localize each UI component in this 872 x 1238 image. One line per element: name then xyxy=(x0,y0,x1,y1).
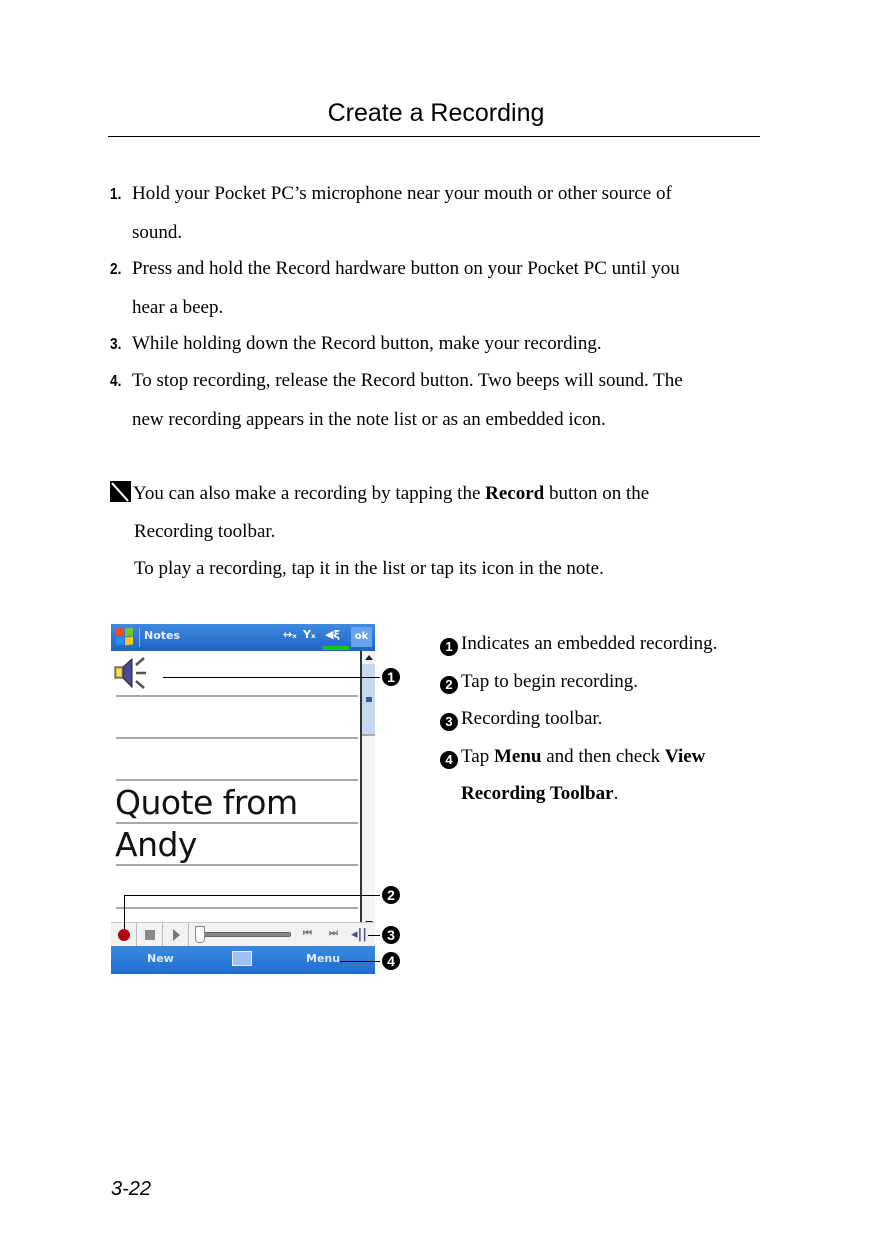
legend-text: Recording toolbar. xyxy=(461,708,603,729)
callout-legend: 1 Indicates an embedded recording. 2 Tap t… xyxy=(440,625,770,813)
callout-badge-4: 4 xyxy=(382,952,400,970)
scrollbar[interactable] xyxy=(360,651,375,930)
legend-bold-view: View xyxy=(664,745,706,767)
note-rule xyxy=(116,907,358,909)
note-rule xyxy=(116,822,358,824)
slider-track xyxy=(201,932,291,937)
note-text-line: Andy xyxy=(115,825,197,864)
step-1: 1. Hold your Pocket PC’s microphone near … xyxy=(110,175,770,251)
note-rule xyxy=(116,695,358,697)
play-button[interactable] xyxy=(163,923,189,946)
slider-knob[interactable] xyxy=(195,926,205,943)
step-4: 4. To stop recording, release the Record … xyxy=(110,362,770,438)
title-bar: Notes ↔ₓ Yₓ ◀ξ ok xyxy=(111,624,375,651)
keyboard-icon[interactable] xyxy=(232,951,252,966)
note-line-2: Recording toolbar. xyxy=(134,520,276,542)
legend-text: . xyxy=(613,783,619,804)
callout-line-1 xyxy=(163,677,380,678)
callout-line-2 xyxy=(124,895,380,896)
note-area[interactable]: Quote from Andy xyxy=(111,651,360,930)
scroll-thumb[interactable] xyxy=(362,664,375,736)
start-icon[interactable] xyxy=(115,627,135,647)
callout-badge-3: 3 xyxy=(382,926,400,944)
legend-item-2: 2 Tap to begin recording. xyxy=(440,663,770,701)
play-icon xyxy=(173,929,180,941)
legend-bold-toolbar: Recording Toolbar xyxy=(461,783,614,804)
position-slider[interactable] xyxy=(193,926,293,943)
volume-icon[interactable]: ◂|| xyxy=(351,927,367,942)
legend-bold-menu: Menu xyxy=(493,745,542,767)
legend-text: and then check xyxy=(541,745,665,767)
volume-icon[interactable]: ◀ξ xyxy=(325,628,340,641)
signal-icon[interactable]: Yₓ xyxy=(303,628,316,641)
legend-badge: 1 xyxy=(440,638,458,656)
note-rule xyxy=(116,779,358,781)
note-bold-record: Record xyxy=(485,483,545,504)
note-rule xyxy=(116,737,358,739)
new-button[interactable]: New xyxy=(147,952,174,965)
page-number: 3-22 xyxy=(111,1178,152,1200)
legend-badge: 3 xyxy=(440,713,458,731)
step-text-cont: sound. xyxy=(132,221,183,243)
step-text-cont: new recording appears in the note list o… xyxy=(132,408,606,430)
step-number: 4. xyxy=(110,373,122,390)
tip-note: You can also make a recording by tapping… xyxy=(110,475,770,588)
volume-level-indicator xyxy=(323,646,349,650)
legend-badge: 4 xyxy=(440,750,458,769)
legend-item-1: 1 Indicates an embedded recording. xyxy=(440,625,770,663)
skip-back-icon[interactable]: ⏮ xyxy=(303,928,312,939)
skip-forward-icon[interactable]: ⏭ xyxy=(329,928,338,939)
page-title: Create a Recording xyxy=(327,99,545,127)
title-separator xyxy=(139,628,140,647)
app-title: Notes xyxy=(144,629,181,642)
legend-text: Indicates an embedded recording. xyxy=(461,633,718,654)
step-text-cont: hear a beep. xyxy=(132,296,224,318)
recording-toolbar: ⏮ ⏭ ◂|| xyxy=(111,922,375,947)
callout-badge-2: 2 xyxy=(382,886,400,904)
note-text: You can also make a recording by tapping… xyxy=(133,483,486,504)
title-rule xyxy=(108,136,760,137)
stop-button[interactable] xyxy=(137,923,163,946)
step-number: 3. xyxy=(110,336,122,353)
stop-icon xyxy=(145,930,155,940)
step-2: 2. Press and hold the Record hardware but… xyxy=(110,250,770,326)
ok-button[interactable]: ok xyxy=(351,627,372,647)
callout-line-2-vertical xyxy=(124,895,125,929)
note-text: button on the xyxy=(544,483,650,504)
speaker-recording-icon[interactable] xyxy=(114,655,158,691)
legend-badge: 2 xyxy=(440,675,458,694)
note-rule xyxy=(116,864,358,866)
step-3: 3. While holding down the Record button, … xyxy=(110,325,770,364)
note-text-line: Quote from xyxy=(115,783,298,822)
step-number: 1. xyxy=(110,186,122,203)
record-icon xyxy=(118,929,130,941)
legend-text: Tap to begin recording. xyxy=(461,670,639,692)
step-text: Hold your Pocket PC’s microphone near yo… xyxy=(132,183,672,204)
callout-badge-1: 1 xyxy=(382,668,400,686)
step-text: To stop recording, release the Record bu… xyxy=(132,370,683,391)
legend-text: Tap xyxy=(461,745,494,767)
note-line-3: To play a recording, tap it in the list … xyxy=(134,558,604,579)
step-text: While holding down the Record button, ma… xyxy=(132,333,602,354)
scroll-up-icon[interactable] xyxy=(365,655,373,660)
pen-note-icon xyxy=(110,481,131,502)
menu-bar: New Menu xyxy=(111,946,375,974)
step-number: 2. xyxy=(110,261,122,278)
callout-line-3 xyxy=(368,935,380,936)
grip-icon xyxy=(366,697,372,702)
callout-line-4 xyxy=(340,961,380,962)
connectivity-icon[interactable]: ↔ₓ xyxy=(283,628,297,641)
menu-button[interactable]: Menu xyxy=(306,952,340,965)
legend-item-3: 3 Recording toolbar. xyxy=(440,700,770,738)
step-text: Press and hold the Record hardware butto… xyxy=(132,258,680,279)
legend-item-4: 4 Tap Menu and then check View Recording … xyxy=(440,738,770,813)
